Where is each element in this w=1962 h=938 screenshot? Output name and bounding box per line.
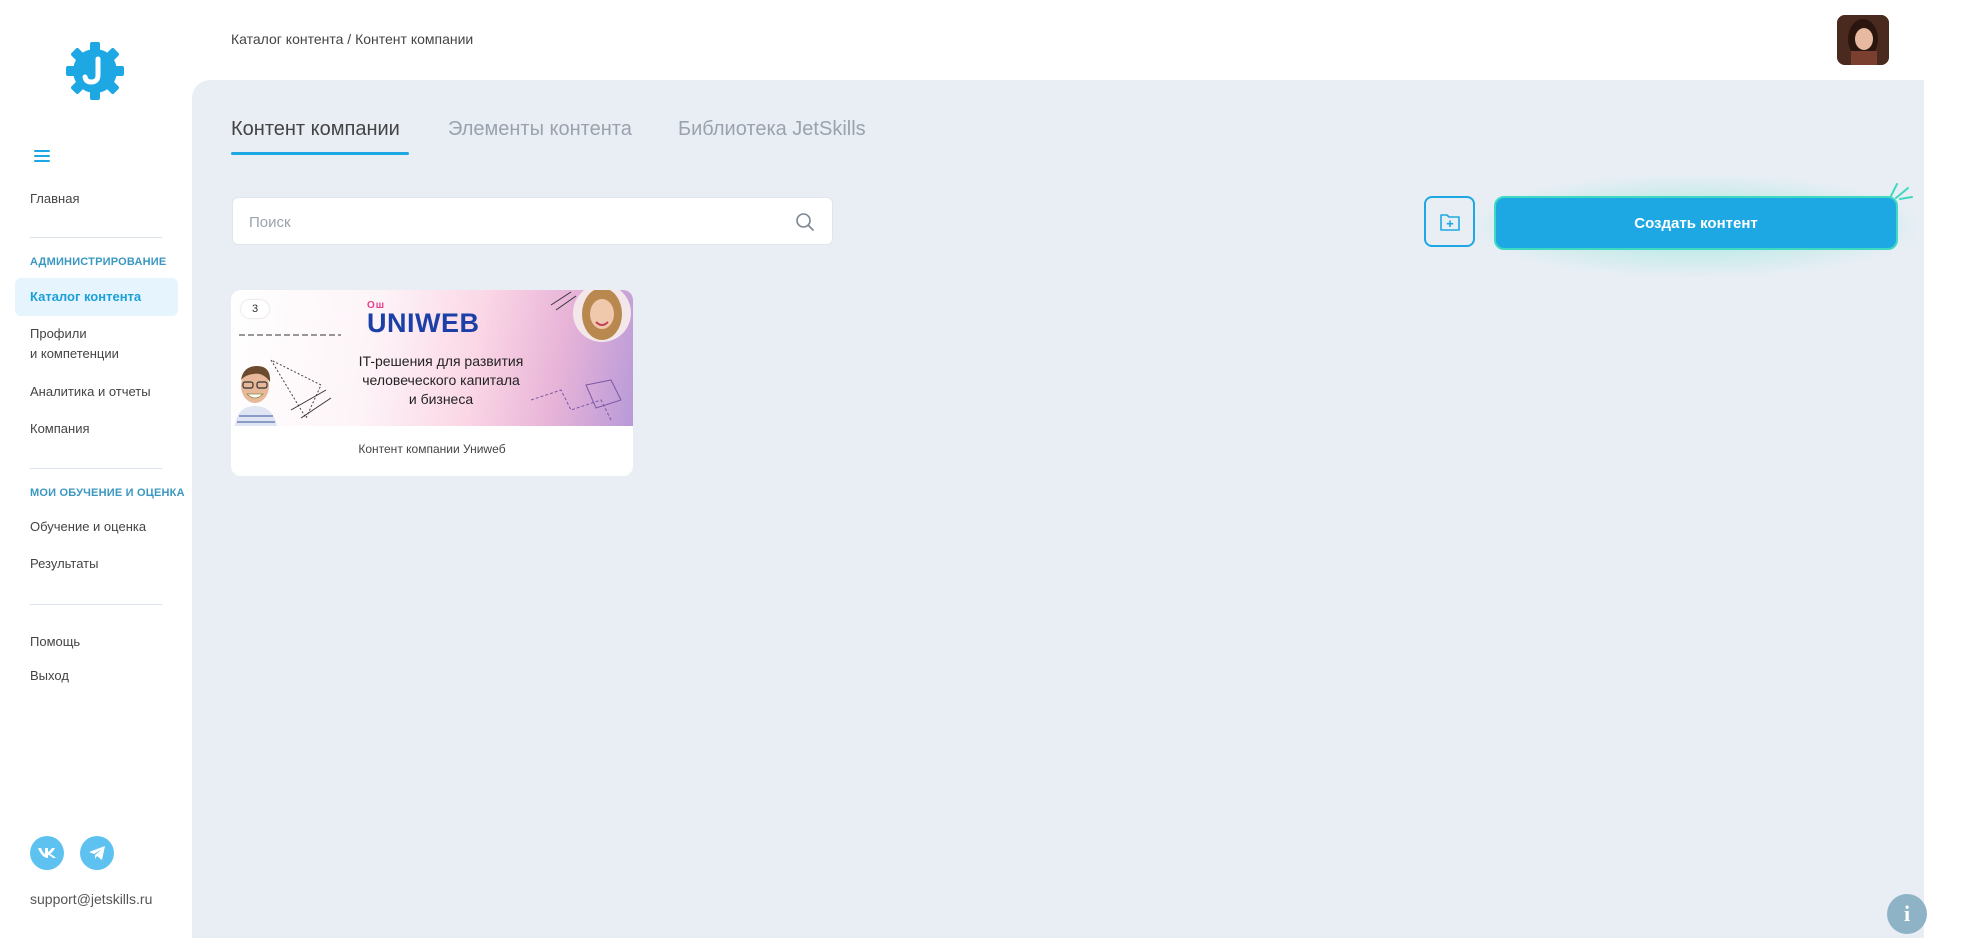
tab-jetskills-library[interactable]: Библиотека JetSkills	[678, 118, 866, 141]
sidebar-divider	[30, 604, 162, 605]
app-root: Главная АДМИНИСТРИРОВАНИЕ Каталог контен…	[0, 0, 1962, 938]
card-headline-line: человеческого капитала	[362, 372, 520, 388]
breadcrumb: Каталог контента / Контент компании	[231, 31, 474, 47]
sidebar-item-profiles[interactable]: Профили и компетенции	[30, 324, 119, 364]
sidebar-item-profiles-line1: Профили	[30, 326, 87, 341]
sparkle-icon	[1890, 183, 1913, 200]
menu-toggle-icon[interactable]	[34, 150, 50, 164]
search-input[interactable]	[249, 208, 769, 236]
sidebar-section-learning: МОИ ОБУЧЕНИЕ И ОЦЕНКА	[30, 487, 185, 499]
active-tab-indicator	[231, 152, 409, 155]
card-headline-line: и бизнеса	[408, 391, 474, 407]
search-icon[interactable]	[795, 212, 815, 232]
sidebar-item-analytics[interactable]: Аналитика и отчеты	[30, 382, 151, 402]
avatar[interactable]	[1837, 15, 1889, 65]
search-box	[232, 197, 833, 245]
card-headline-line: IT-решения для развития	[358, 353, 524, 369]
info-icon[interactable]: i	[1887, 894, 1927, 934]
sidebar-item-help[interactable]: Помощь	[30, 632, 80, 652]
sidebar-item-logout[interactable]: Выход	[30, 666, 69, 686]
card-headline: IT-решения для развития человеческого ка…	[321, 352, 561, 409]
sidebar-item-home[interactable]: Главная	[30, 189, 79, 209]
tab-content-elements[interactable]: Элементы контента	[448, 118, 632, 141]
add-folder-button[interactable]	[1424, 196, 1475, 247]
card-brand: UNIWEB	[367, 308, 480, 338]
sidebar-item-catalog[interactable]: Каталог контента	[30, 287, 141, 307]
jetskills-logo-icon[interactable]	[64, 40, 126, 102]
man-photo-icon	[235, 366, 277, 426]
support-email-link[interactable]: support@jetskills.ru	[30, 891, 152, 907]
sidebar-item-learning[interactable]: Обучение и оценка	[30, 517, 146, 537]
sidebar-divider	[30, 237, 162, 238]
content-card-cover: 3 Ош UNIWEB IT-решения для развития чело…	[231, 290, 633, 426]
create-content-button[interactable]: Создать контент	[1494, 196, 1898, 250]
folder-plus-icon	[1439, 213, 1460, 231]
sidebar-item-profiles-line2: и компетенции	[30, 346, 119, 361]
sidebar-divider	[30, 468, 162, 469]
sidebar: Главная АДМИНИСТРИРОВАНИЕ Каталог контен…	[0, 0, 192, 938]
sidebar-section-admin: АДМИНИСТРИРОВАНИЕ	[30, 256, 167, 268]
tab-company-content[interactable]: Контент компании	[231, 118, 400, 141]
content-count-badge: 3	[241, 300, 269, 318]
sidebar-item-company[interactable]: Компания	[30, 419, 90, 439]
content-card-title: Контент компании Униweб	[358, 442, 506, 456]
sidebar-item-results[interactable]: Результаты	[30, 554, 98, 574]
vk-icon[interactable]	[30, 836, 64, 870]
telegram-icon[interactable]	[80, 836, 114, 870]
content-card[interactable]: 3 Ош UNIWEB IT-решения для развития чело…	[231, 290, 633, 476]
